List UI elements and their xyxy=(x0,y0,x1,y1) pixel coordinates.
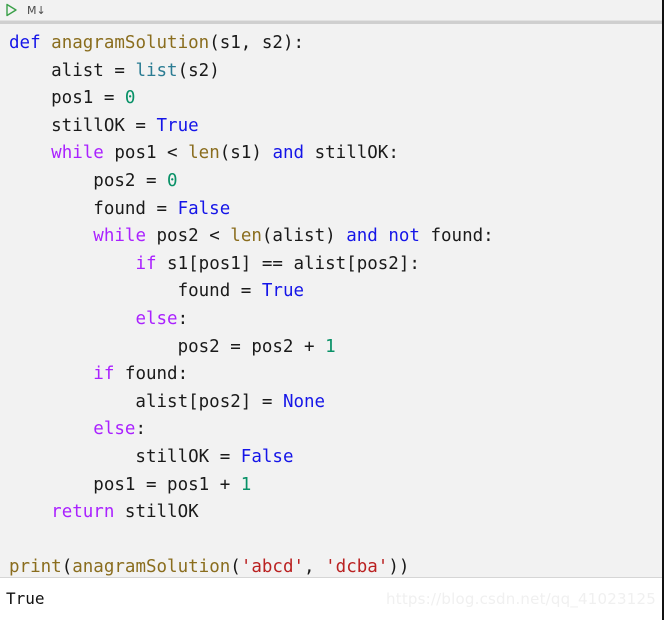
code-line: pos2 = 0 xyxy=(0,168,662,196)
code-token: stillOK: xyxy=(304,143,399,164)
code-token: : xyxy=(177,308,189,329)
code-token: (s1, s2): xyxy=(209,33,305,53)
code-token: True xyxy=(156,115,199,136)
code-token: pos2 = pos2 + xyxy=(9,336,326,357)
code-token: None xyxy=(282,391,326,412)
code-token: ( xyxy=(61,557,73,578)
code-token: alist = xyxy=(9,60,136,81)
code-token: anagramSolution xyxy=(51,33,210,53)
code-token: found = xyxy=(9,198,178,219)
code-token: while xyxy=(51,143,104,164)
code-token: 'dcba' xyxy=(325,557,389,578)
watermark-text: https://blog.csdn.net/qq_41023125 xyxy=(386,590,656,608)
code-token: while xyxy=(93,226,146,247)
code-line: found = True xyxy=(0,278,662,306)
code-token: ( xyxy=(230,557,241,578)
code-token: False xyxy=(177,198,231,219)
code-token: found = xyxy=(9,281,262,302)
play-triangle-icon xyxy=(5,3,17,17)
code-token: return xyxy=(51,502,115,523)
code-lines: def anagramSolution(s1, s2): alist = lis… xyxy=(0,30,662,582)
code-token: pos2 < xyxy=(145,226,231,247)
code-token: (s2) xyxy=(177,60,220,81)
code-token: pos1 = xyxy=(9,88,125,109)
code-token: alist[pos2] = xyxy=(9,391,283,412)
code-token: if xyxy=(93,364,115,385)
code-token: True xyxy=(261,281,305,302)
code-token: )) xyxy=(388,557,410,578)
code-token: stillOK = xyxy=(9,115,157,136)
code-token: and xyxy=(346,226,378,247)
code-token: 1 xyxy=(325,336,336,357)
code-token: (alist) xyxy=(261,226,347,247)
code-token: def xyxy=(9,33,41,53)
code-line: while pos1 < len(s1) and stillOK: xyxy=(0,140,662,168)
code-token: stillOK xyxy=(114,502,199,523)
code-token: 0 xyxy=(124,88,136,109)
code-line: while pos2 < len(alist) and not found: xyxy=(0,223,662,251)
code-line: if s1[pos1] == alist[pos2]: xyxy=(0,251,662,279)
code-line: def anagramSolution(s1, s2): xyxy=(0,30,662,58)
code-line: return stillOK xyxy=(0,499,662,527)
code-line: else: xyxy=(0,306,662,334)
notebook-cell: M↓ def anagramSolution(s1, s2): alist = … xyxy=(0,0,664,620)
code-token: else xyxy=(135,308,178,329)
code-token: 1 xyxy=(240,474,252,495)
code-token: and xyxy=(272,143,305,164)
code-token: stillOK = xyxy=(9,446,241,467)
code-token: found: xyxy=(419,226,494,247)
code-line: stillOK = True xyxy=(0,113,662,141)
cell-output: True https://blog.csdn.net/qq_41023125 xyxy=(0,578,662,620)
code-line: found = False xyxy=(0,196,662,224)
code-line: stillOK = False xyxy=(0,444,662,472)
code-token: len xyxy=(230,226,262,247)
code-line: alist = list(s2) xyxy=(0,58,662,86)
code-token: not xyxy=(388,226,420,247)
code-token: list xyxy=(135,60,178,81)
code-token: pos2 = xyxy=(9,170,168,191)
code-token: len xyxy=(188,143,220,164)
code-line: if found: xyxy=(0,361,662,389)
markdown-toggle-button[interactable]: M↓ xyxy=(27,2,46,18)
code-token: pos1 = pos1 + xyxy=(9,474,241,495)
code-line: pos1 = pos1 + 1 xyxy=(0,472,662,500)
code-line: pos1 = 0 xyxy=(0,85,662,113)
code-token: print xyxy=(9,557,62,578)
markdown-icon: M↓ xyxy=(27,3,46,17)
code-line: else: xyxy=(0,416,662,444)
code-token: False xyxy=(240,446,294,467)
code-token: 0 xyxy=(167,170,178,191)
code-line: pos2 = pos2 + 1 xyxy=(0,334,662,362)
cell-toolbar: M↓ xyxy=(0,0,662,20)
code-token: found: xyxy=(114,364,189,385)
code-token: 'abcd' xyxy=(240,557,305,578)
code-token: , xyxy=(304,557,326,578)
run-cell-button[interactable] xyxy=(5,2,17,18)
code-token: pos1 < xyxy=(103,143,189,164)
code-line: alist[pos2] = None xyxy=(0,389,662,417)
code-token: if xyxy=(135,253,157,274)
code-token: : xyxy=(135,419,146,440)
code-token: (s1) xyxy=(219,143,273,164)
code-token: else xyxy=(93,419,136,440)
code-editor[interactable]: def anagramSolution(s1, s2): alist = lis… xyxy=(0,24,662,577)
code-token: s1[pos1] == alist[pos2]: xyxy=(156,253,420,274)
code-token: anagramSolution xyxy=(72,557,231,578)
